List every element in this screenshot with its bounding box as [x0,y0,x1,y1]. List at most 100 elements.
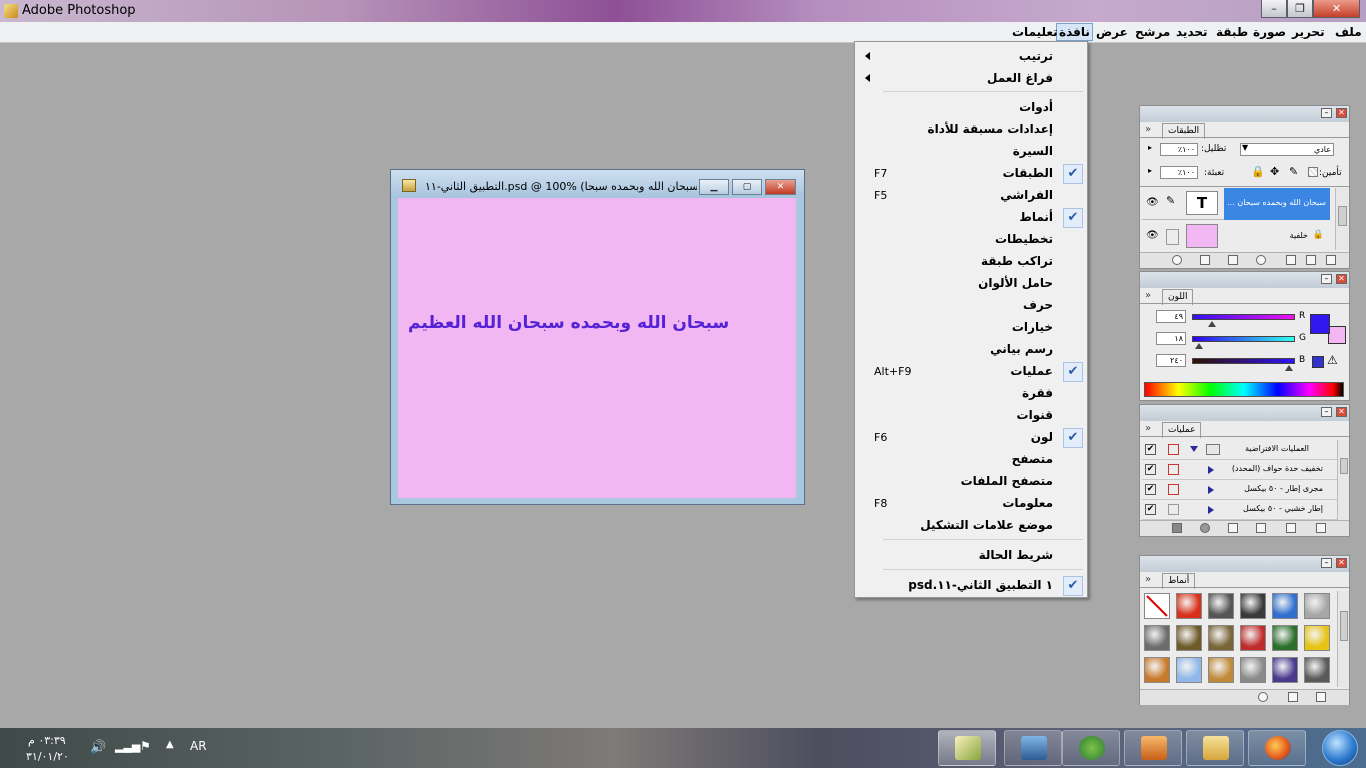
window-menu-item[interactable]: أدوات [855,98,1087,118]
actions-scrollbar[interactable] [1337,440,1349,520]
layers-scrollbar[interactable] [1335,188,1348,250]
window-menu-item[interactable]: متصفح الملفات [855,472,1087,492]
expand-arrow-icon[interactable] [1208,506,1214,514]
panel-collapse-button[interactable]: – [1321,407,1332,417]
foreground-color-swatch[interactable] [1310,314,1330,334]
action-row[interactable]: ✔ تخفيف حدة حواف (المحدد) [1142,460,1337,480]
document-minimize-button[interactable]: ▁ [699,179,729,195]
panel-menu-icon[interactable]: » [1145,423,1151,434]
panel-collapse-button[interactable]: – [1321,558,1332,568]
red-slider-thumb[interactable] [1207,321,1216,327]
window-menu-item[interactable]: أنماط ✔ [855,208,1087,228]
menu-select[interactable]: تحديد [1176,24,1208,40]
taskbar-file-explorer-button[interactable] [1186,730,1244,766]
taskbar-picture-viewer-button[interactable] [1004,730,1062,766]
dialog-toggle-icon[interactable] [1168,444,1179,455]
taskbar-messenger-button[interactable] [1062,730,1120,766]
style-swatch[interactable] [1176,593,1202,619]
warning-icon[interactable]: ⚠ [1327,353,1338,367]
expand-arrow-icon[interactable] [1208,486,1214,494]
action-row[interactable]: ✔ مجرى إطار - ٥٠ بيكسل [1142,480,1337,500]
window-menu-item[interactable]: السيرة [855,142,1087,162]
dialog-toggle-icon[interactable] [1168,464,1179,475]
new-action-icon[interactable] [1286,523,1296,533]
arrow-right-icon[interactable]: ▸ [1148,166,1152,175]
panel-collapse-button[interactable]: – [1321,274,1332,284]
eye-icon[interactable]: 👁 [1146,231,1160,241]
menu-file[interactable]: ملف [1335,24,1362,40]
window-menu-item[interactable]: تخطيطات [855,230,1087,250]
lock-move-icon[interactable]: ✥ [1270,165,1279,178]
panel-title-bar[interactable] [1140,272,1349,288]
style-swatch[interactable] [1240,593,1266,619]
expand-arrow-icon[interactable] [1208,466,1214,474]
fill-field[interactable]: ١٠٠٪ [1160,166,1198,179]
style-swatch[interactable] [1272,625,1298,651]
window-menu-item[interactable]: ترتيب [855,47,1087,67]
panel-close-button[interactable]: ✕ [1336,407,1347,417]
new-style-icon[interactable] [1288,692,1298,702]
checkbox[interactable]: ✔ [1145,484,1156,495]
new-group-icon[interactable] [1286,255,1296,265]
trash-icon[interactable] [1326,255,1336,265]
window-menu-item[interactable]: فراغ العمل [855,69,1087,89]
start-button[interactable] [1322,730,1358,766]
red-value-field[interactable]: ٤٩ [1156,310,1186,323]
color-spectrum-ramp[interactable] [1144,382,1344,397]
green-value-field[interactable]: ١٨ [1156,332,1186,345]
brush-link-icon[interactable]: ✎ [1166,194,1180,212]
style-swatch[interactable] [1272,593,1298,619]
menu-image[interactable]: صورة [1253,24,1286,40]
style-swatch[interactable] [1208,625,1234,651]
clock-date[interactable]: ٣١/٠١/٢٠ [26,750,69,763]
opacity-field[interactable]: ١٠٠٪ [1160,143,1198,156]
blue-slider[interactable] [1192,358,1295,364]
action-center-flag-icon[interactable]: ⚑ [140,739,151,753]
document-maximize-button[interactable]: ▢ [732,179,762,195]
dialog-toggle-icon[interactable] [1168,504,1179,515]
action-row[interactable]: ✔ إطار خشبي - ٥٠ بيكسل [1142,500,1337,520]
panel-menu-icon[interactable]: » [1145,574,1151,585]
style-swatch[interactable] [1240,625,1266,651]
menu-help[interactable]: تعليمات [1012,24,1058,40]
panel-menu-icon[interactable]: » [1145,290,1151,301]
style-swatch[interactable] [1176,625,1202,651]
web-safe-color-swatch[interactable] [1312,356,1324,368]
language-indicator[interactable]: AR [190,739,207,753]
green-slider[interactable] [1192,336,1295,342]
lock-transparent-icon[interactable] [1308,167,1318,177]
document-close-button[interactable]: ✕ [765,179,796,195]
layer-row-background[interactable]: 👁 خلفية 🔒 [1142,221,1330,253]
window-menu-item[interactable]: حرف [855,296,1087,316]
layer-row-text[interactable]: 👁 ✎ T سبحان الله وبحمده سبحان ... [1142,188,1330,220]
menu-filter[interactable]: مرشح [1135,24,1170,40]
new-set-icon[interactable] [1256,523,1266,533]
layer-name[interactable]: خلفية [1290,231,1308,240]
no-style-swatch[interactable] [1144,593,1170,619]
panel-title-bar[interactable] [1140,405,1349,421]
style-swatch[interactable] [1144,657,1170,683]
window-menu-item[interactable]: موضع علامات التشكيل [855,516,1087,536]
window-menu-item[interactable]: عمليات Alt+F9 ✔ [855,362,1087,382]
window-menu-item[interactable]: تراكب طبقة [855,252,1087,272]
clear-style-icon[interactable] [1258,692,1268,702]
new-layer-icon[interactable] [1306,255,1316,265]
window-menu-item[interactable]: إعدادات مسبقة للأداة [855,120,1087,140]
window-menu-item[interactable]: قنوات [855,406,1087,426]
close-button[interactable]: ✕ [1313,0,1360,18]
canvas-text[interactable]: سبحان الله وبحمده سبحان الله العظيم [408,313,729,333]
taskbar-media-player-button[interactable] [1124,730,1182,766]
taskbar-photoshop-button[interactable] [938,730,996,766]
show-hidden-icons-chevron-up-icon[interactable]: ▲ [166,739,174,750]
menu-window[interactable]: نافذة [1056,23,1093,41]
style-swatch[interactable] [1304,593,1330,619]
blue-value-field[interactable]: ٢٤٠ [1156,354,1186,367]
menu-view[interactable]: عرض [1096,24,1128,40]
document-canvas[interactable]: سبحان الله وبحمده سبحان الله العظيم [398,198,796,498]
window-menu-item[interactable]: معلومات F8 [855,494,1087,514]
window-menu-item[interactable]: متصفح [855,450,1087,470]
panel-menu-icon[interactable]: » [1145,124,1151,135]
style-swatch[interactable] [1144,625,1170,651]
document-title-bar[interactable]: التطبيق الثاني-١١.psd @ 100% (سبحان الله… [391,170,804,198]
lock-all-icon[interactable]: 🔒 [1251,165,1265,178]
